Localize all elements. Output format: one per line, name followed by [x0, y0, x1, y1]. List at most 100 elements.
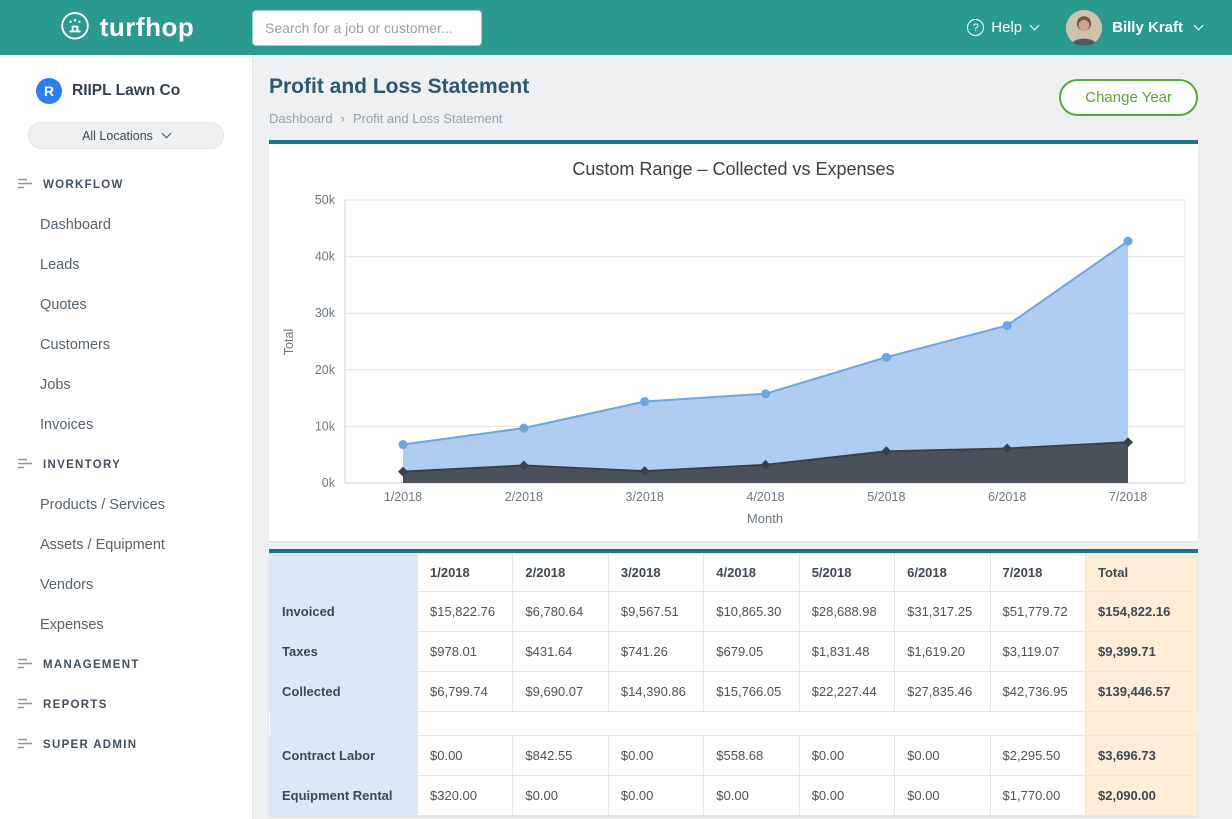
page-header: Profit and Loss Statement Dashboard › Pr… [269, 75, 1198, 126]
column-header-6-2018: 6/2018 [895, 554, 990, 592]
user-menu[interactable]: Billy Kraft [1066, 10, 1202, 46]
sidebar-item-vendors[interactable]: Vendors [0, 565, 252, 605]
user-avatar [1066, 10, 1102, 46]
chart-title: Custom Range – Collected vs Expenses [269, 159, 1198, 180]
chevron-down-icon [1030, 21, 1040, 31]
sidebar-item-dashboard[interactable]: Dashboard [0, 205, 252, 245]
y-tick-label: 0k [322, 476, 336, 490]
table-cell: $0.00 [608, 776, 703, 816]
company-selector[interactable]: R RIIPL Lawn Co [0, 55, 252, 110]
table-cell: $1,770.00 [990, 776, 1085, 816]
sidebar: R RIIPL Lawn Co All Locations Workflow Da… [0, 55, 253, 819]
chevron-down-icon [1194, 21, 1204, 31]
table-cell: $154,822.16 [1086, 592, 1198, 632]
sidebar-item-assets-equipment[interactable]: Assets / Equipment [0, 525, 252, 565]
sidebar-nav: Workflow DashboardLeadsQuotesCustomersJob… [0, 165, 252, 765]
nav-section-label: Reports [43, 699, 108, 711]
table-cell: $0.00 [513, 776, 608, 816]
y-tick-label: 40k [315, 250, 336, 264]
table-cell: $741.26 [608, 632, 703, 672]
row-label: Collected [270, 672, 418, 712]
collected-point [640, 397, 649, 406]
topbar: turfhop ? Help Billy Kraft [0, 0, 1232, 55]
nav-section-workflow[interactable]: Workflow [0, 165, 252, 205]
table-cell: $3,119.07 [990, 632, 1085, 672]
collected-point [1124, 237, 1133, 246]
section-dashes-icon [18, 458, 32, 472]
x-tick-label: 6/2018 [988, 490, 1026, 504]
spacer-cell [704, 712, 799, 736]
chevron-down-icon [161, 129, 171, 139]
table-row-taxes: Taxes$978.01$431.64$741.26$679.05$1,831.… [270, 632, 1198, 672]
row-label: Contract Labor [270, 736, 418, 776]
x-axis-label: Month [747, 511, 783, 526]
turfhop-sprinkler-icon [59, 9, 91, 46]
collected-point [1003, 321, 1012, 330]
nav-section-label: Inventory [43, 459, 121, 471]
help-menu[interactable]: ? Help [967, 19, 1038, 36]
brand-logo[interactable]: turfhop [0, 9, 253, 46]
sidebar-item-expenses[interactable]: Expenses [0, 605, 252, 645]
search-input[interactable] [253, 11, 481, 45]
table-cell: $558.68 [704, 736, 799, 776]
nav-section-label: Workflow [43, 179, 124, 191]
row-label: Taxes [270, 632, 418, 672]
locations-dropdown[interactable]: All Locations [28, 122, 224, 149]
help-question-icon: ? [967, 19, 984, 36]
sidebar-item-quotes[interactable]: Quotes [0, 285, 252, 325]
table-cell: $10,865.30 [704, 592, 799, 632]
table-cell: $0.00 [704, 776, 799, 816]
locations-label: All Locations [82, 129, 153, 143]
table-row-invoiced: Invoiced$15,822.76$6,780.64$9,567.51$10,… [270, 592, 1198, 632]
breadcrumb-current: Profit and Loss Statement [353, 111, 503, 126]
spacer-cell [513, 712, 608, 736]
table-cell: $6,799.74 [418, 672, 513, 712]
nav-section-super-admin[interactable]: Super Admin [0, 725, 252, 765]
sidebar-item-invoices[interactable]: Invoices [0, 405, 252, 445]
column-header-3-2018: 3/2018 [608, 554, 703, 592]
spacer-cell [1086, 712, 1198, 736]
pl-table-card: 1/20182/20183/20184/20185/20186/20187/20… [269, 549, 1198, 816]
breadcrumb-dashboard[interactable]: Dashboard [269, 111, 333, 126]
collected-vs-expenses-chart: 0k10k20k30k40k50k1/20182/20183/20184/201… [269, 185, 1198, 537]
table-cell: $0.00 [895, 736, 990, 776]
column-header-5-2018: 5/2018 [799, 554, 894, 592]
x-tick-label: 1/2018 [384, 490, 422, 504]
table-cell: $0.00 [418, 736, 513, 776]
sidebar-item-jobs[interactable]: Jobs [0, 365, 252, 405]
y-tick-label: 20k [315, 363, 336, 377]
change-year-button[interactable]: Change Year [1059, 79, 1198, 116]
y-tick-label: 30k [315, 306, 336, 320]
section-dashes-icon [18, 658, 32, 672]
collected-area [403, 241, 1128, 483]
sidebar-item-products-services[interactable]: Products / Services [0, 485, 252, 525]
row-label: Invoiced [270, 592, 418, 632]
collected-point [519, 424, 528, 433]
row-label: Equipment Rental [270, 776, 418, 816]
table-cell: $0.00 [895, 776, 990, 816]
table-cell: $431.64 [513, 632, 608, 672]
nav-section-reports[interactable]: Reports [0, 685, 252, 725]
table-row-collected: Collected$6,799.74$9,690.07$14,390.86$15… [270, 672, 1198, 712]
table-cell: $0.00 [799, 736, 894, 776]
help-label: Help [991, 19, 1022, 36]
spacer-row [270, 712, 1198, 736]
table-cell: $1,619.20 [895, 632, 990, 672]
sidebar-item-leads[interactable]: Leads [0, 245, 252, 285]
pl-table: 1/20182/20183/20184/20185/20186/20187/20… [269, 553, 1198, 816]
main-content: Profit and Loss Statement Dashboard › Pr… [253, 55, 1232, 819]
collected-point [882, 353, 891, 362]
spacer-cell [608, 712, 703, 736]
nav-section-management[interactable]: Management [0, 645, 252, 685]
table-row-equipment-rental: Equipment Rental$320.00$0.00$0.00$0.00$0… [270, 776, 1198, 816]
collected-point [399, 440, 408, 449]
table-cell: $6,780.64 [513, 592, 608, 632]
collected-point [761, 389, 770, 398]
spacer-cell [895, 712, 990, 736]
sidebar-item-customers[interactable]: Customers [0, 325, 252, 365]
x-tick-label: 7/2018 [1109, 490, 1147, 504]
nav-section-inventory[interactable]: Inventory [0, 445, 252, 485]
company-logo: R [36, 78, 62, 104]
nav-section-label: Management [43, 659, 140, 671]
table-cell: $0.00 [799, 776, 894, 816]
